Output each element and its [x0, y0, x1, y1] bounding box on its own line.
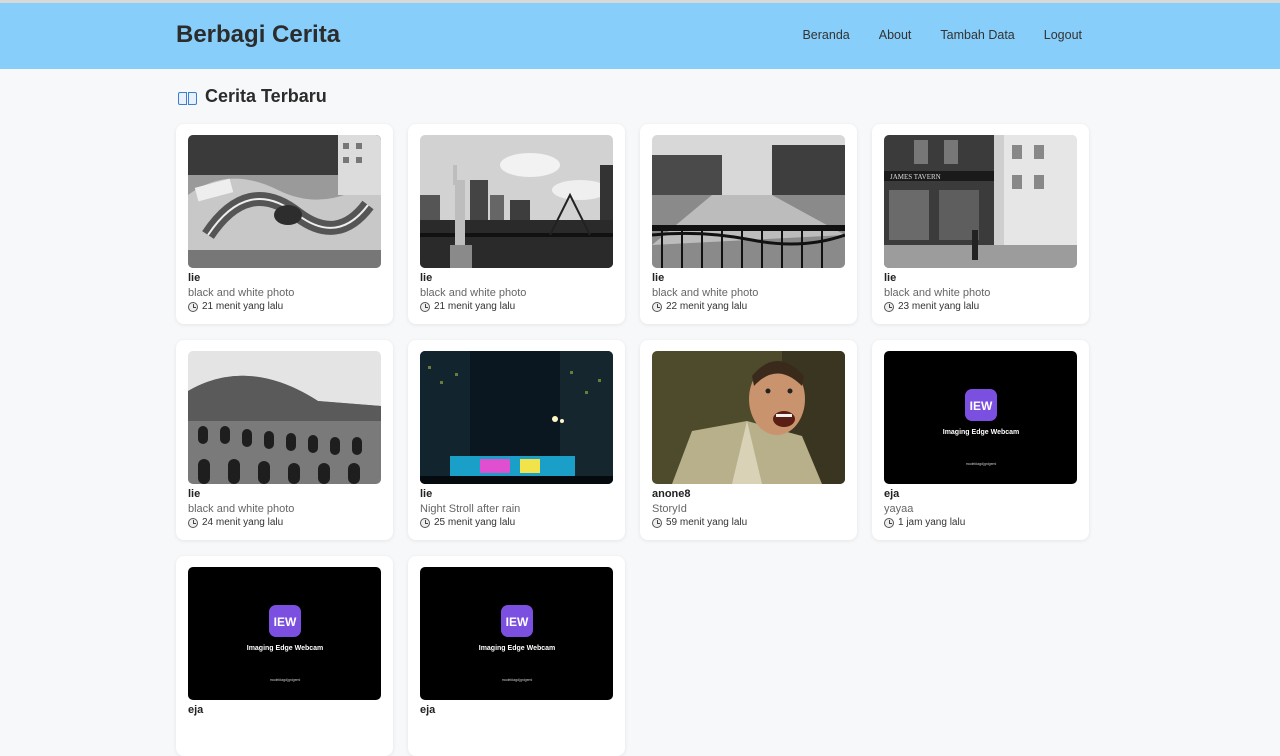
story-author: eja — [884, 488, 900, 500]
story-description: black and white photo — [884, 287, 991, 299]
story-image[interactable] — [188, 351, 381, 484]
story-description: black and white photo — [652, 287, 759, 299]
story-description: black and white photo — [188, 287, 295, 299]
story-time: 23 menit yang lalu — [884, 301, 979, 312]
story-image[interactable] — [188, 135, 381, 268]
story-author: lie — [420, 272, 433, 284]
story-image[interactable] — [420, 135, 613, 268]
story-image[interactable] — [652, 351, 845, 484]
story-card[interactable]: lie black and white photo 21 menit yang … — [408, 124, 625, 324]
story-time: 25 menit yang lalu — [420, 517, 515, 528]
clock-icon — [652, 301, 662, 312]
story-image[interactable]: IEW Imaging Edge Webcam model#agd|gnigem… — [420, 567, 613, 700]
clock-icon — [884, 517, 894, 528]
story-description: black and white photo — [188, 503, 295, 515]
story-image[interactable] — [652, 135, 845, 268]
story-card[interactable]: lie black and white photo 24 menit yang … — [176, 340, 393, 540]
webcam-logo-badge: IEW — [970, 399, 993, 413]
section-heading: Cerita Terbaru — [178, 86, 327, 107]
webcam-logo-badge: IEW — [274, 615, 297, 629]
story-author: eja — [188, 704, 204, 716]
nav-link-tambah-data[interactable]: Tambah Data — [940, 28, 1014, 42]
story-author: lie — [652, 272, 665, 284]
story-card[interactable]: lie black and white photo 21 menit yang … — [176, 124, 393, 324]
story-author: eja — [420, 704, 436, 716]
story-time-label: 21 menit yang lalu — [202, 301, 284, 312]
story-description: yayaa — [884, 503, 914, 515]
story-description: Night Stroll after rain — [420, 503, 521, 515]
nav-link-beranda[interactable]: Beranda — [802, 28, 849, 42]
section-title: Cerita Terbaru — [205, 86, 327, 106]
story-time-label: 1 jam yang lalu — [898, 517, 966, 528]
top-navbar: Berbagi Cerita Beranda About Tambah Data… — [0, 0, 1280, 69]
main-nav: Beranda About Tambah Data Logout — [802, 28, 1082, 42]
webcam-logo-title: Imaging Edge Webcam — [479, 645, 556, 652]
story-time-label: 23 menit yang lalu — [898, 301, 980, 312]
story-card[interactable]: IEW Imaging Edge Webcam model#agd|gnigem… — [408, 556, 625, 756]
webcam-logo-title: Imaging Edge Webcam — [943, 429, 1020, 436]
webcam-logo-badge: IEW — [506, 615, 529, 629]
story-time-label: 59 menit yang lalu — [666, 517, 748, 528]
story-author: lie — [884, 272, 897, 284]
webcam-logo-subtitle: model#agd|gnigeml — [270, 678, 301, 682]
story-card[interactable]: IEW Imaging Edge Webcam model#agd|gnigem… — [176, 556, 393, 756]
story-author: lie — [188, 272, 201, 284]
story-image[interactable]: JAMES TAVERN — [884, 135, 1077, 268]
story-image[interactable]: IEW Imaging Edge Webcam model#agd|gnigem… — [884, 351, 1077, 484]
webcam-logo-subtitle: model#agd|gnigeml — [966, 462, 997, 466]
story-image[interactable]: IEW Imaging Edge Webcam model#agd|gnigem… — [188, 567, 381, 700]
story-time: 22 menit yang lalu — [652, 301, 747, 312]
story-card[interactable]: JAMES TAVERN lie black and white photo 2… — [872, 124, 1089, 324]
story-card[interactable]: lie black and white photo 22 menit yang … — [640, 124, 857, 324]
clock-icon — [420, 517, 430, 528]
story-card[interactable]: anone8 StoryId 59 menit yang lalu — [640, 340, 857, 540]
story-image[interactable] — [420, 351, 613, 484]
story-time: 24 menit yang lalu — [188, 517, 283, 528]
story-author: lie — [188, 488, 201, 500]
story-time-label: 21 menit yang lalu — [434, 301, 516, 312]
story-time: 21 menit yang lalu — [420, 301, 515, 312]
story-card[interactable]: lie Night Stroll after rain 25 menit yan… — [408, 340, 625, 540]
story-author: anone8 — [652, 488, 691, 500]
story-card[interactable]: IEW Imaging Edge Webcam model#agd|gnigem… — [872, 340, 1089, 540]
story-author: lie — [420, 488, 433, 500]
clock-icon — [188, 301, 198, 312]
story-description: black and white photo — [420, 287, 527, 299]
webcam-logo-subtitle: model#agd|gnigeml — [502, 678, 533, 682]
svg-text:JAMES TAVERN: JAMES TAVERN — [890, 173, 941, 181]
story-time-label: 25 menit yang lalu — [434, 517, 516, 528]
webcam-logo-title: Imaging Edge Webcam — [247, 645, 324, 652]
story-time: 1 jam yang lalu — [884, 517, 965, 528]
nav-link-logout[interactable]: Logout — [1044, 28, 1082, 42]
story-description: StoryId — [652, 503, 687, 515]
clock-icon — [652, 517, 662, 528]
clock-icon — [420, 301, 430, 312]
story-time-label: 22 menit yang lalu — [666, 301, 748, 312]
story-time: 59 menit yang lalu — [652, 517, 747, 528]
story-time-label: 24 menit yang lalu — [202, 517, 284, 528]
clock-icon — [188, 517, 198, 528]
clock-icon — [884, 301, 894, 312]
nav-link-about[interactable]: About — [879, 28, 912, 42]
story-time: 21 menit yang lalu — [188, 301, 283, 312]
brand-title[interactable]: Berbagi Cerita — [176, 21, 340, 49]
open-book-icon — [178, 91, 197, 106]
